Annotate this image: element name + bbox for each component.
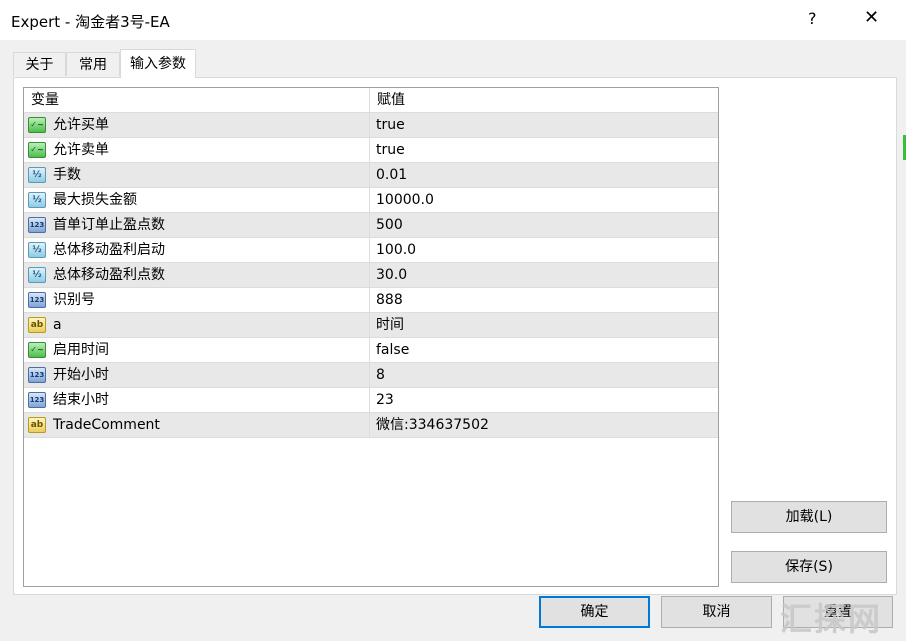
parameter-row[interactable]: ½ 总体移动盈利点数 30.0 bbox=[24, 263, 718, 288]
parameter-name: 允许卖单 bbox=[53, 142, 109, 158]
double-type-icon: ½ bbox=[28, 242, 46, 258]
string-type-icon: ab bbox=[28, 317, 46, 333]
parameter-row[interactable]: ✓∼ 允许买单 true bbox=[24, 113, 718, 138]
parameter-name: 总体移动盈利点数 bbox=[53, 267, 165, 283]
parameter-value-cell[interactable]: 8 bbox=[370, 363, 718, 388]
string-type-icon: ab bbox=[28, 417, 46, 433]
parameter-row[interactable]: ½ 最大损失金额 10000.0 bbox=[24, 188, 718, 213]
window-title: Expert - 淘金者3号-EA bbox=[11, 13, 170, 31]
cancel-button[interactable]: 取消 bbox=[661, 596, 772, 628]
double-type-icon: ½ bbox=[28, 192, 46, 208]
int-type-icon: 123 bbox=[28, 392, 46, 408]
parameter-value: 8 bbox=[376, 367, 385, 383]
parameter-value: 30.0 bbox=[376, 267, 408, 283]
parameter-name: 首单订单止盈点数 bbox=[53, 217, 165, 233]
tab-about[interactable]: 关于 bbox=[13, 52, 66, 76]
watermark-logo: 汇探网 bbox=[780, 600, 883, 638]
parameter-name-cell[interactable]: ½ 总体移动盈利点数 bbox=[24, 263, 370, 288]
column-header-value[interactable]: 赋值 bbox=[370, 88, 718, 113]
parameter-name-cell[interactable]: ½ 总体移动盈利启动 bbox=[24, 238, 370, 263]
parameter-name-cell[interactable]: 123 开始小时 bbox=[24, 363, 370, 388]
parameter-name-cell[interactable]: ✓∼ 启用时间 bbox=[24, 338, 370, 363]
parameter-value-cell[interactable]: 微信:334637502 bbox=[370, 413, 718, 438]
parameter-name: 最大损失金额 bbox=[53, 192, 137, 208]
double-type-icon: ½ bbox=[28, 167, 46, 183]
parameter-name-cell[interactable]: ½ 最大损失金额 bbox=[24, 188, 370, 213]
parameter-name: 结束小时 bbox=[53, 392, 109, 408]
parameter-name-cell[interactable]: 123 首单订单止盈点数 bbox=[24, 213, 370, 238]
parameter-row[interactable]: 123 结束小时 23 bbox=[24, 388, 718, 413]
parameter-name: TradeComment bbox=[53, 417, 160, 433]
grid-body: ✓∼ 允许买单 true ✓∼ 允许卖单 true ½ 手数 0.01 ½ 最大损失金额 10000.… bbox=[24, 113, 718, 438]
parameter-name: 启用时间 bbox=[53, 342, 109, 358]
ok-button[interactable]: 确定 bbox=[539, 596, 650, 628]
parameter-value: 500 bbox=[376, 217, 403, 233]
tab-common[interactable]: 常用 bbox=[66, 52, 120, 76]
parameter-value-cell[interactable]: 0.01 bbox=[370, 163, 718, 188]
parameter-name-cell[interactable]: ✓∼ 允许买单 bbox=[24, 113, 370, 138]
parameter-name-cell[interactable]: ½ 手数 bbox=[24, 163, 370, 188]
parameter-value-cell[interactable]: 23 bbox=[370, 388, 718, 413]
parameter-row[interactable]: ✓∼ 启用时间 false bbox=[24, 338, 718, 363]
parameter-row[interactable]: ab TradeComment 微信:334637502 bbox=[24, 413, 718, 438]
parameter-row[interactable]: 123 开始小时 8 bbox=[24, 363, 718, 388]
bool-type-icon: ✓∼ bbox=[28, 342, 46, 358]
load-button[interactable]: 加载(L) bbox=[731, 501, 887, 533]
parameter-row[interactable]: ½ 手数 0.01 bbox=[24, 163, 718, 188]
parameter-name-cell[interactable]: ✓∼ 允许卖单 bbox=[24, 138, 370, 163]
grid-header: 变量 赋值 bbox=[24, 88, 718, 113]
parameter-name: 开始小时 bbox=[53, 367, 109, 383]
parameter-value-cell[interactable]: true bbox=[370, 138, 718, 163]
parameter-name: 总体移动盈利启动 bbox=[53, 242, 165, 258]
help-button[interactable]: ? bbox=[808, 9, 817, 28]
bool-type-icon: ✓∼ bbox=[28, 142, 46, 158]
parameter-row[interactable]: ½ 总体移动盈利启动 100.0 bbox=[24, 238, 718, 263]
column-header-variable[interactable]: 变量 bbox=[24, 88, 370, 113]
int-type-icon: 123 bbox=[28, 367, 46, 383]
parameter-value-cell[interactable]: 888 bbox=[370, 288, 718, 313]
parameter-value: true bbox=[376, 142, 405, 158]
parameter-row[interactable]: 123 识别号 888 bbox=[24, 288, 718, 313]
parameter-name: 手数 bbox=[53, 167, 81, 183]
parameter-name: 识别号 bbox=[53, 292, 95, 308]
parameter-name-cell[interactable]: 123 识别号 bbox=[24, 288, 370, 313]
parameter-value: 时间 bbox=[376, 317, 404, 333]
parameter-row[interactable]: ab a 时间 bbox=[24, 313, 718, 338]
parameter-name: a bbox=[53, 317, 62, 333]
parameter-value-cell[interactable]: false bbox=[370, 338, 718, 363]
int-type-icon: 123 bbox=[28, 292, 46, 308]
parameter-value: 0.01 bbox=[376, 167, 408, 183]
tab-input-params[interactable]: 输入参数 bbox=[120, 49, 196, 78]
parameter-name-cell[interactable]: 123 结束小时 bbox=[24, 388, 370, 413]
parameter-value: false bbox=[376, 342, 410, 358]
parameter-value-cell[interactable]: true bbox=[370, 113, 718, 138]
save-button[interactable]: 保存(S) bbox=[731, 551, 887, 583]
parameters-grid: 变量 赋值 ✓∼ 允许买单 true ✓∼ 允许卖单 true ½ 手数 0.01 ½ 最大损失金额… bbox=[23, 87, 719, 587]
parameter-row[interactable]: ✓∼ 允许卖单 true bbox=[24, 138, 718, 163]
bool-type-icon: ✓∼ bbox=[28, 117, 46, 133]
double-type-icon: ½ bbox=[28, 267, 46, 283]
parameter-name-cell[interactable]: ab TradeComment bbox=[24, 413, 370, 438]
parameter-value: 微信:334637502 bbox=[376, 417, 489, 433]
parameter-value: true bbox=[376, 117, 405, 133]
parameter-value-cell[interactable]: 100.0 bbox=[370, 238, 718, 263]
parameter-name: 允许买单 bbox=[53, 117, 109, 133]
parameter-value-cell[interactable]: 时间 bbox=[370, 313, 718, 338]
parameter-value-cell[interactable]: 500 bbox=[370, 213, 718, 238]
parameter-value: 10000.0 bbox=[376, 192, 434, 208]
int-type-icon: 123 bbox=[28, 217, 46, 233]
parameter-value-cell[interactable]: 30.0 bbox=[370, 263, 718, 288]
parameter-value: 23 bbox=[376, 392, 394, 408]
title-bar: Expert - 淘金者3号-EA ? ✕ bbox=[0, 0, 906, 40]
close-button[interactable]: ✕ bbox=[864, 7, 879, 28]
parameter-value: 888 bbox=[376, 292, 403, 308]
parameter-value-cell[interactable]: 10000.0 bbox=[370, 188, 718, 213]
parameter-name-cell[interactable]: ab a bbox=[24, 313, 370, 338]
parameter-value: 100.0 bbox=[376, 242, 417, 258]
parameter-row[interactable]: 123 首单订单止盈点数 500 bbox=[24, 213, 718, 238]
